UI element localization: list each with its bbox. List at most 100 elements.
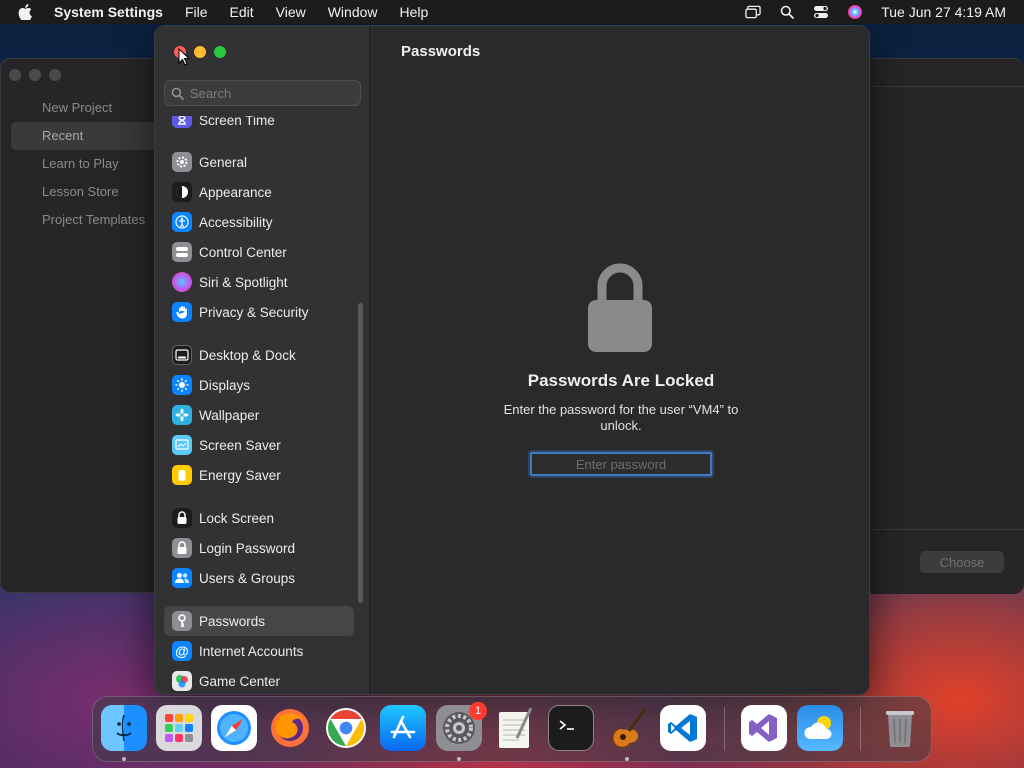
sidebar-item-login-password[interactable]: Login Password: [164, 533, 354, 563]
sidebar-item-screen-saver[interactable]: Screen Saver: [164, 430, 354, 460]
system-settings-icon[interactable]: 1: [436, 702, 487, 751]
running-indicator: [122, 757, 126, 761]
sidebar-item-control-center[interactable]: Control Center: [164, 237, 354, 267]
screen-mirroring-icon[interactable]: [745, 4, 761, 20]
dock-divider: [860, 707, 861, 751]
terminal-icon[interactable]: [548, 705, 594, 751]
at-icon: @: [172, 641, 192, 661]
app-menu[interactable]: System Settings: [54, 4, 163, 20]
sidebar-item-lock-screen[interactable]: Lock Screen: [164, 503, 354, 533]
sun-icon: [172, 375, 192, 395]
locked-title: Passwords Are Locked: [527, 371, 715, 390]
sidebar-item-lesson-store[interactable]: Lesson Store: [11, 178, 171, 206]
spotlight-search-icon[interactable]: [779, 4, 795, 20]
launchpad-icon[interactable]: [156, 705, 202, 751]
dock: 1: [92, 696, 932, 762]
screen-saver-icon: [172, 435, 192, 455]
sidebar-item-appearance[interactable]: Appearance: [164, 177, 354, 207]
minimize-button[interactable]: [194, 46, 206, 58]
zoom-button[interactable]: [214, 46, 226, 58]
choose-button[interactable]: Choose: [920, 551, 1004, 573]
sidebar-item-game-center[interactable]: Game Center: [164, 666, 354, 694]
sidebar-item-label: Login Password: [199, 540, 296, 556]
garageband-icon[interactable]: [604, 705, 650, 751]
sidebar-item-privacy-security[interactable]: Privacy & Security: [164, 297, 354, 327]
finder-icon[interactable]: [101, 705, 147, 751]
window-menu[interactable]: Window: [328, 4, 378, 20]
firefox-icon[interactable]: [267, 705, 313, 751]
siri-icon[interactable]: [847, 4, 863, 20]
sidebar-group-separator: [164, 128, 354, 147]
search-field[interactable]: [164, 80, 361, 106]
sidebar-item-passwords[interactable]: Passwords: [164, 606, 354, 636]
sidebar-item-general[interactable]: General: [164, 147, 354, 177]
battery-icon: [172, 465, 192, 485]
sidebar-item-label: Screen Saver: [199, 437, 281, 453]
sidebar-item-label: Control Center: [199, 244, 287, 260]
sidebar-item-internet-accounts[interactable]: @ Internet Accounts: [164, 636, 354, 666]
locked-message: Enter the password for the user “VM4” to…: [503, 402, 739, 433]
weather-icon[interactable]: [797, 705, 843, 751]
view-menu[interactable]: View: [276, 4, 306, 20]
sidebar-item-siri-spotlight[interactable]: Siri & Spotlight: [164, 267, 354, 297]
apple-menu-icon[interactable]: [18, 4, 36, 20]
sidebar-item-label: General: [199, 154, 248, 170]
help-menu[interactable]: Help: [400, 4, 429, 20]
sidebar-item-users-groups[interactable]: Users & Groups: [164, 563, 354, 593]
sidebar-item-desktop-dock[interactable]: Desktop & Dock: [164, 340, 354, 370]
sidebar-item-project-templates[interactable]: Project Templates: [11, 206, 171, 234]
password-field[interactable]: [530, 452, 712, 476]
chrome-icon[interactable]: [323, 705, 369, 751]
lock-icon: [172, 508, 192, 528]
vscode-icon[interactable]: [660, 705, 706, 751]
trash-icon[interactable]: [877, 705, 923, 751]
settings-sidebar-list: Screen Time General Appearance Accessibi…: [164, 116, 354, 694]
hand-icon: [172, 302, 192, 322]
gear-icon: [172, 152, 192, 172]
padlock-icon: [172, 538, 192, 558]
textedit-icon[interactable]: [492, 705, 538, 751]
search-icon: [171, 87, 184, 100]
sidebar-item-label: Desktop & Dock: [199, 347, 296, 363]
dock-divider: [724, 707, 725, 751]
background-window-pane: [871, 59, 1024, 594]
accessibility-icon: [172, 212, 192, 232]
settings-sidebar: Screen Time General Appearance Accessib: [155, 26, 370, 694]
menu-bar: System Settings File Edit View Window He…: [0, 0, 1024, 24]
sidebar-item-accessibility[interactable]: Accessibility: [164, 207, 354, 237]
large-lock-icon: [588, 263, 652, 352]
flower-icon: [172, 405, 192, 425]
settings-content-pane: Passwords Passwords Are Locked Enter the…: [371, 26, 869, 694]
hourglass-icon: [172, 116, 192, 128]
sidebar-item-label: Siri & Spotlight: [199, 274, 288, 290]
background-sidebar: New Project Recent Learn to Play Lesson …: [11, 94, 171, 234]
running-indicator: [625, 757, 629, 761]
sidebar-group-separator: [164, 327, 354, 340]
sidebar-item-label: Displays: [199, 377, 251, 393]
menu-bar-clock[interactable]: Tue Jun 27 4:19 AM: [881, 4, 1006, 20]
sidebar-item-recent[interactable]: Recent: [11, 122, 171, 150]
dock-icon: [172, 345, 192, 365]
sidebar-item-screen-time[interactable]: Screen Time: [164, 116, 354, 128]
page-title: Passwords: [401, 43, 481, 60]
edit-menu[interactable]: Edit: [230, 4, 254, 20]
sidebar-item-energy-saver[interactable]: Energy Saver: [164, 460, 354, 490]
sidebar-scrollbar[interactable]: [358, 303, 363, 603]
search-input[interactable]: [190, 85, 350, 101]
close-button[interactable]: [9, 69, 21, 81]
sidebar-item-displays[interactable]: Displays: [164, 370, 354, 400]
safari-icon[interactable]: [211, 705, 257, 751]
sidebar-item-label: Users & Groups: [199, 570, 296, 586]
app-store-icon[interactable]: [380, 705, 426, 751]
sidebar-item-learn-to-play[interactable]: Learn to Play: [11, 150, 171, 178]
siri-icon: [172, 272, 192, 292]
zoom-button[interactable]: [49, 69, 61, 81]
file-menu[interactable]: File: [185, 4, 208, 20]
control-center-icon[interactable]: [813, 4, 829, 20]
sidebar-item-new-project[interactable]: New Project: [11, 94, 171, 122]
sidebar-item-wallpaper[interactable]: Wallpaper: [164, 400, 354, 430]
minimize-button[interactable]: [29, 69, 41, 81]
sidebar-item-label: Screen Time: [199, 116, 275, 128]
visual-studio-icon[interactable]: [741, 705, 787, 751]
sidebar-item-label: Energy Saver: [199, 467, 281, 483]
